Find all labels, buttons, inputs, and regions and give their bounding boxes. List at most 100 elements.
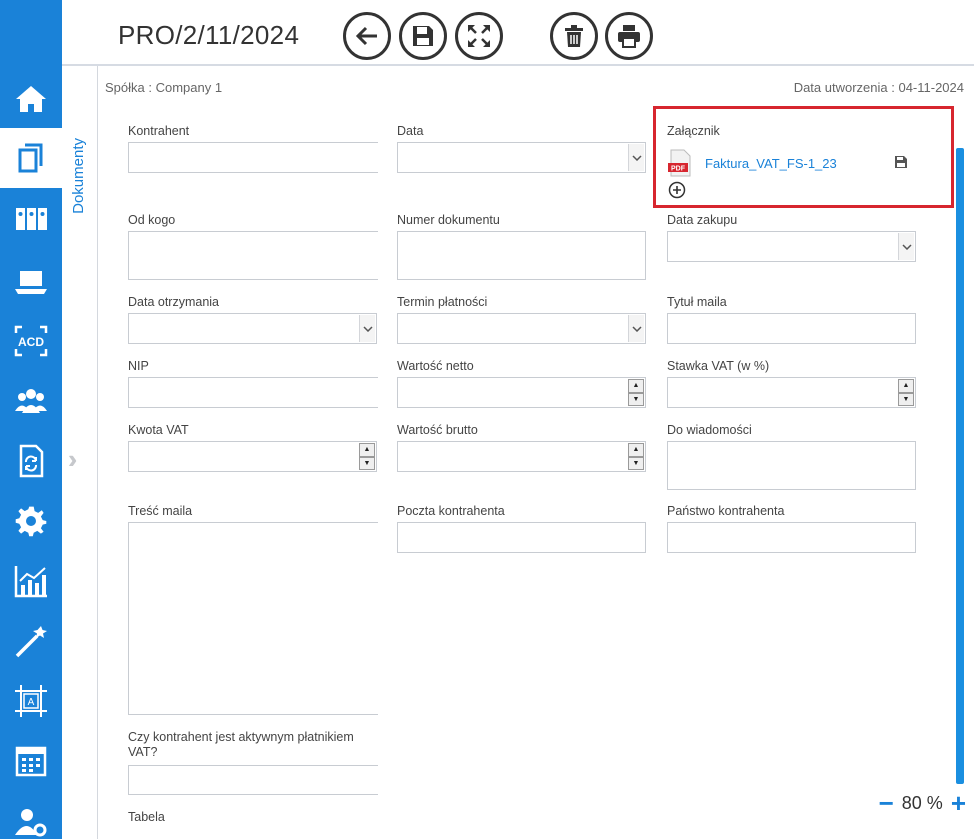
- acd-text: ACD: [18, 335, 44, 349]
- label-data: Data: [397, 124, 424, 138]
- sidebar-item-wizard[interactable]: [0, 612, 62, 670]
- zoom-out-button[interactable]: −: [879, 790, 894, 816]
- vertical-tab-strip: Dokumenty ››: [62, 66, 98, 839]
- vertical-scrollbar[interactable]: [956, 148, 964, 784]
- data-field[interactable]: [397, 142, 646, 173]
- sidebar-item-users[interactable]: [0, 372, 62, 430]
- zoom-control: − 80 % +: [879, 790, 966, 816]
- sidebar-item-home[interactable]: [0, 70, 62, 128]
- tresc-maila-field[interactable]: [128, 522, 378, 715]
- label-kwota-vat: Kwota VAT: [128, 423, 189, 437]
- sidebar-item-documents[interactable]: [0, 128, 62, 188]
- user-settings-icon: [15, 809, 47, 837]
- fullscreen-icon: [468, 25, 490, 47]
- sidebar-item-laptop[interactable]: [0, 252, 62, 310]
- chevron-down-icon[interactable]: [898, 233, 914, 260]
- kwota-vat-stepper[interactable]: ▲ ▼: [359, 443, 375, 470]
- chevron-down-icon[interactable]: [628, 144, 644, 171]
- panstwo-kontrahenta-field[interactable]: [667, 522, 916, 553]
- data-zakupu-field[interactable]: [667, 231, 916, 262]
- label-do-wiadomosci: Do wiadomości: [667, 423, 752, 437]
- wartosc-netto-stepper[interactable]: ▲ ▼: [628, 379, 644, 406]
- stawka-vat-field[interactable]: ▲ ▼: [667, 377, 916, 408]
- template-letter: A: [28, 697, 35, 708]
- tab-dokumenty[interactable]: Dokumenty: [70, 138, 87, 214]
- back-button[interactable]: [343, 12, 391, 60]
- data-otrzymania-field[interactable]: [128, 313, 377, 344]
- sidebar-item-calendar[interactable]: [0, 732, 62, 790]
- top-toolbar: PRO/2/11/2024: [62, 0, 974, 66]
- spin-up-icon[interactable]: ▲: [628, 443, 644, 457]
- poczta-kontrahenta-field[interactable]: [397, 522, 646, 553]
- label-wartosc-brutto: Wartość brutto: [397, 423, 478, 437]
- termin-platnosci-field[interactable]: [397, 313, 646, 344]
- sidebar-item-user-settings[interactable]: [0, 792, 62, 839]
- label-tresc-maila: Treść maila: [128, 504, 193, 518]
- kwota-vat-field[interactable]: ▲ ▼: [128, 441, 377, 472]
- label-nip: NIP: [128, 359, 149, 373]
- print-button[interactable]: [605, 12, 653, 60]
- sidebar-item-acd[interactable]: ACD: [0, 312, 62, 370]
- kontrahent-field[interactable]: [128, 142, 378, 173]
- delete-button[interactable]: [550, 12, 598, 60]
- stawka-vat-stepper[interactable]: ▲ ▼: [898, 379, 914, 406]
- label-od-kogo: Od kogo: [128, 213, 176, 227]
- spin-down-icon[interactable]: ▼: [628, 392, 644, 406]
- fullscreen-button[interactable]: [455, 12, 503, 60]
- laptop-icon: [15, 271, 47, 294]
- delete-icon: [565, 25, 583, 47]
- sidebar-item-template[interactable]: A: [0, 672, 62, 730]
- label-kontrahent: Kontrahent: [128, 124, 190, 138]
- od-kogo-field[interactable]: [128, 231, 378, 280]
- company-label: Spółka : Company 1: [105, 80, 223, 95]
- document-title: PRO/2/11/2024: [118, 20, 300, 50]
- wartosc-brutto-stepper[interactable]: ▲ ▼: [628, 443, 644, 470]
- label-numer-dokumentu: Numer dokumentu: [397, 213, 500, 227]
- label-tytul-maila: Tytuł maila: [667, 295, 727, 309]
- label-data-zakupu: Data zakupu: [667, 213, 738, 227]
- pdf-badge-text: PDF: [671, 166, 686, 173]
- label-stawka-vat: Stawka VAT (w %): [667, 359, 770, 373]
- attachment-save-icon[interactable]: [894, 155, 908, 169]
- zoom-in-button[interactable]: +: [951, 790, 966, 816]
- czy-aktywny-field[interactable]: [128, 765, 378, 795]
- sidebar-item-chart[interactable]: [0, 552, 62, 610]
- save-button[interactable]: [399, 12, 447, 60]
- calendar-icon: [15, 746, 47, 777]
- do-wiadomosci-field[interactable]: [667, 441, 916, 490]
- add-attachment-icon[interactable]: [668, 181, 686, 199]
- attachment-link[interactable]: Faktura_VAT_FS-1_23: [705, 156, 837, 171]
- sidebar-item-binders[interactable]: [0, 190, 62, 248]
- zoom-level: 80 %: [901, 792, 943, 813]
- magic-wand-icon: [15, 626, 47, 658]
- users-icon: [15, 389, 47, 413]
- gear-icon: [15, 506, 47, 537]
- chevron-down-icon[interactable]: [628, 315, 644, 342]
- expand-panel-icon[interactable]: ››: [68, 444, 80, 475]
- acd-icon: ACD: [14, 325, 48, 357]
- spin-down-icon[interactable]: ▼: [628, 456, 644, 470]
- tytul-maila-field[interactable]: [667, 313, 916, 344]
- spin-up-icon[interactable]: ▲: [628, 379, 644, 393]
- documents-icon: [18, 143, 43, 173]
- home-icon: [16, 86, 46, 112]
- spin-down-icon[interactable]: ▼: [898, 392, 914, 406]
- label-poczta-kontrahenta: Poczta kontrahenta: [397, 504, 505, 518]
- spin-up-icon[interactable]: ▲: [359, 443, 375, 457]
- binders-icon: [16, 208, 47, 230]
- label-tabela: Tabela: [128, 810, 165, 824]
- wartosc-brutto-field[interactable]: ▲ ▼: [397, 441, 646, 472]
- label-panstwo-kontrahenta: Państwo kontrahenta: [667, 504, 785, 518]
- numer-dokumentu-field[interactable]: [397, 231, 646, 280]
- save-icon: [413, 26, 433, 46]
- spin-up-icon[interactable]: ▲: [898, 379, 914, 393]
- label-termin-platnosci: Termin płatności: [397, 295, 488, 309]
- sidebar-item-document-sync[interactable]: [0, 432, 62, 490]
- nip-field[interactable]: [128, 377, 378, 408]
- wartosc-netto-field[interactable]: ▲ ▼: [397, 377, 646, 408]
- pdf-icon: PDF: [668, 149, 692, 177]
- spin-down-icon[interactable]: ▼: [359, 456, 375, 470]
- chevron-down-icon[interactable]: [359, 315, 375, 342]
- chart-icon: [14, 566, 47, 598]
- sidebar-item-settings[interactable]: [0, 492, 62, 550]
